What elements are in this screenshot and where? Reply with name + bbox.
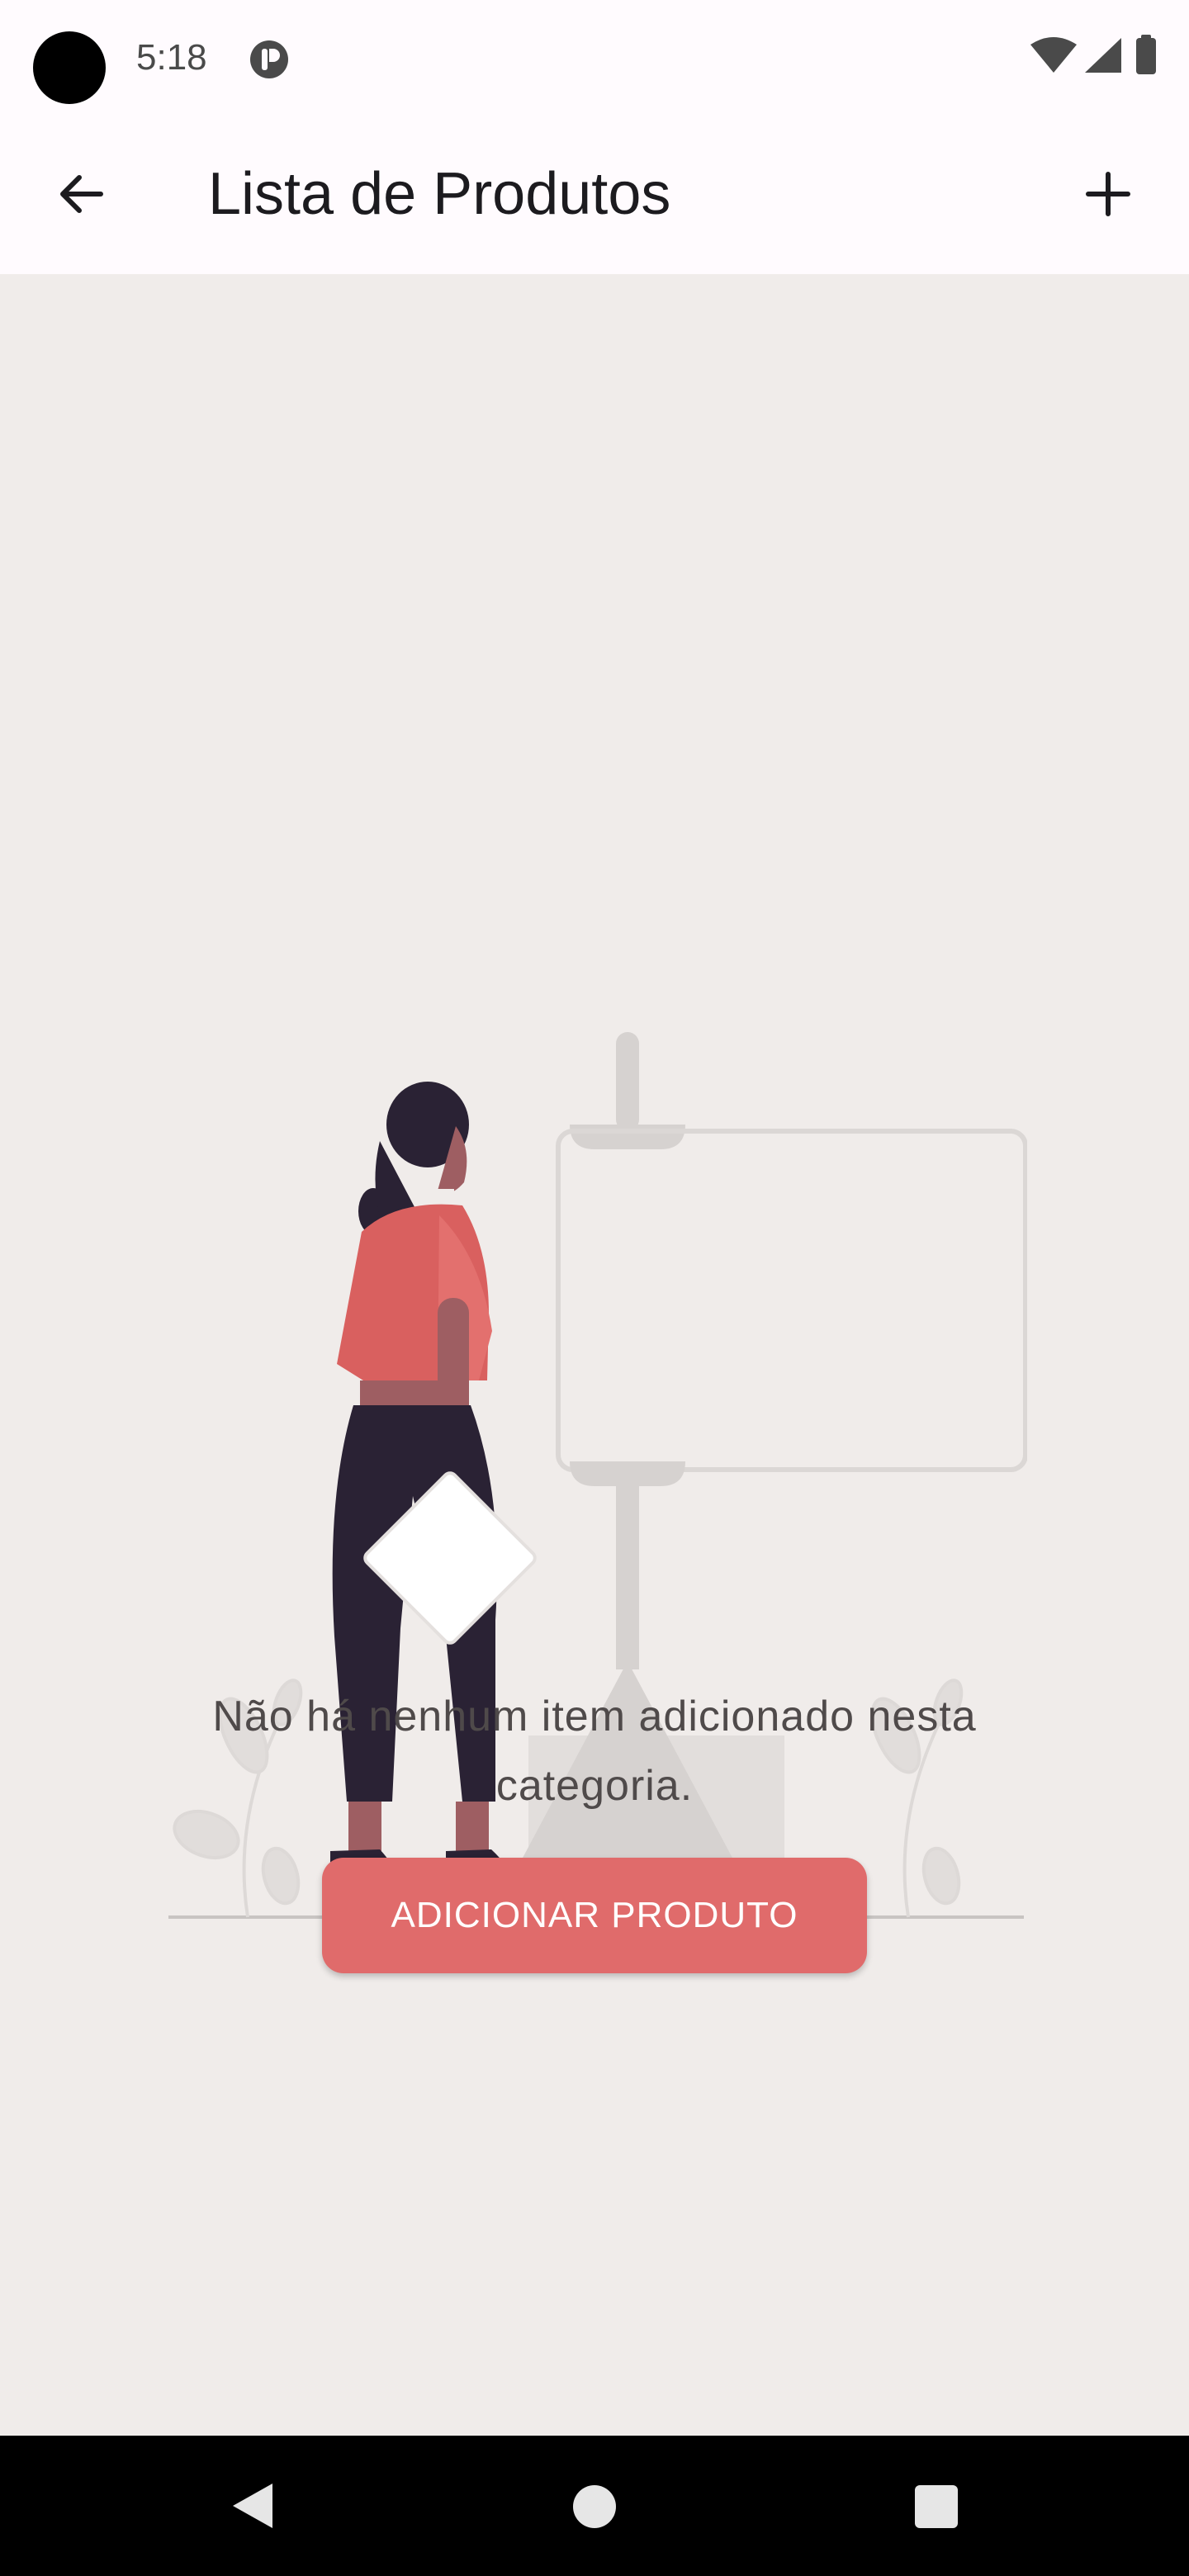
status-time: 5:18 — [136, 37, 207, 78]
wifi-icon — [1030, 37, 1077, 73]
page-title: Lista de Produtos — [208, 161, 671, 227]
nav-back-icon[interactable] — [223, 2477, 281, 2535]
nav-recents-icon[interactable] — [915, 2485, 958, 2528]
status-icons — [1029, 33, 1169, 83]
signal-icon — [1085, 38, 1121, 73]
battery-icon — [1136, 35, 1156, 74]
nav-home-icon[interactable] — [573, 2485, 616, 2528]
empty-state-content: Não há nenhum item adicionado nesta cate… — [0, 274, 1189, 2436]
arrow-back-icon — [60, 175, 103, 213]
app-bar: Lista de Produtos — [0, 116, 1189, 274]
status-bar: 5:18 — [0, 0, 1189, 116]
back-button[interactable] — [40, 153, 122, 235]
plus-icon — [1086, 172, 1130, 216]
system-nav-bar — [0, 2436, 1189, 2576]
camera-cutout — [33, 31, 106, 104]
app-notification-icon — [250, 40, 288, 78]
add-product-icon-button[interactable] — [1067, 153, 1149, 235]
empty-message: Não há nenhum item adicionado nesta cate… — [212, 1693, 977, 1810]
add-product-button[interactable]: ADICIONAR PRODUTO — [322, 1858, 867, 1973]
